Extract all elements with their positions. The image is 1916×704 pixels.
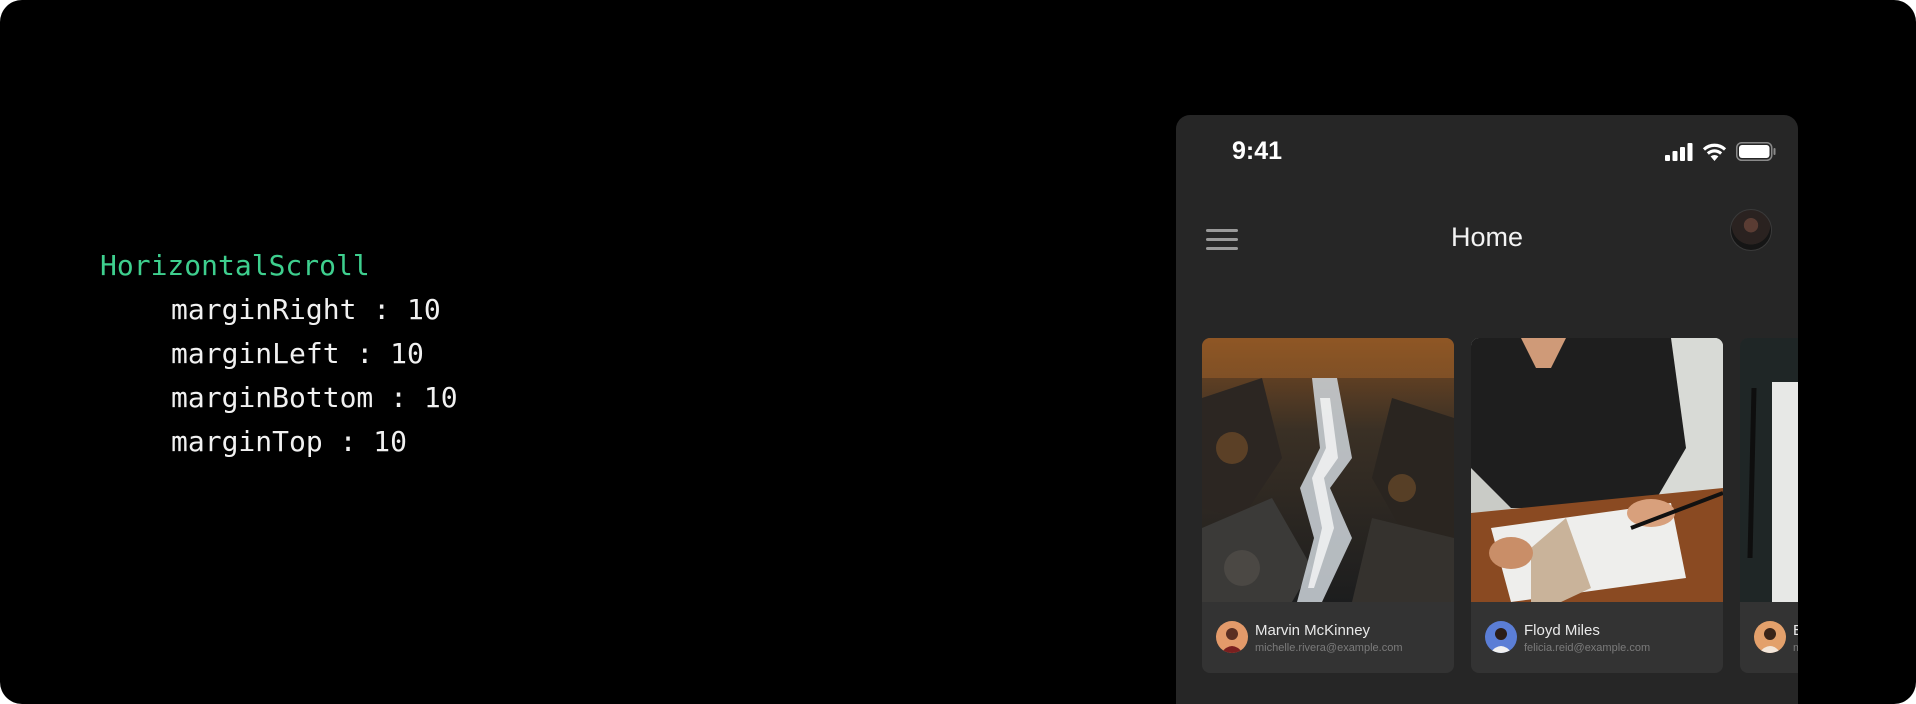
user-name: E [1793,622,1798,639]
user-card[interactable]: E m [1740,338,1798,673]
phone-screen: 9:41 Home Marvin McKinney michelle.river… [1176,115,1798,704]
status-time: 9:41 [1232,137,1283,165]
status-bar: 9:41 [1176,115,1798,185]
notebook-pen-photo [1740,338,1798,602]
waterfall-forest-photo [1202,338,1454,602]
card-footer: E m [1740,602,1798,673]
horizontal-scroll[interactable]: Marvin McKinney michelle.rivera@example.… [1176,323,1798,675]
profile-avatar[interactable] [1730,209,1772,251]
card-footer: Floyd Miles felicia.reid@example.com [1471,602,1723,673]
battery-icon [1736,142,1776,161]
signal-icon [1665,142,1693,161]
user-name: Marvin McKinney [1255,622,1371,639]
card-footer: Marvin McKinney michelle.rivera@example.… [1202,602,1454,673]
user-email: felicia.reid@example.com [1524,642,1651,654]
user-avatar [1216,621,1248,653]
user-name: Floyd Miles [1524,622,1600,639]
page-title: Home [1450,222,1524,252]
app-header: Home [1176,205,1798,275]
user-email: michelle.rivera@example.com [1255,642,1403,654]
user-card[interactable]: Floyd Miles felicia.reid@example.com [1471,338,1723,673]
user-avatar [1754,621,1786,653]
user-avatar [1485,621,1517,653]
person-writing-photo [1471,338,1723,602]
code-prop: marginLeft : 10 [171,337,424,370]
code-prop: marginRight : 10 [171,293,441,326]
code-prop: marginBottom : 10 [171,381,458,414]
canvas: HorizontalScroll marginRight : 10 margin… [0,0,1916,704]
code-component-name: HorizontalScroll [100,249,370,282]
code-prop: marginTop : 10 [171,425,408,458]
user-email: m [1793,642,1798,654]
user-card[interactable]: Marvin McKinney michelle.rivera@example.… [1202,338,1454,673]
code-snippet: HorizontalScroll marginRight : 10 margin… [100,244,458,464]
wifi-icon [1702,143,1727,161]
